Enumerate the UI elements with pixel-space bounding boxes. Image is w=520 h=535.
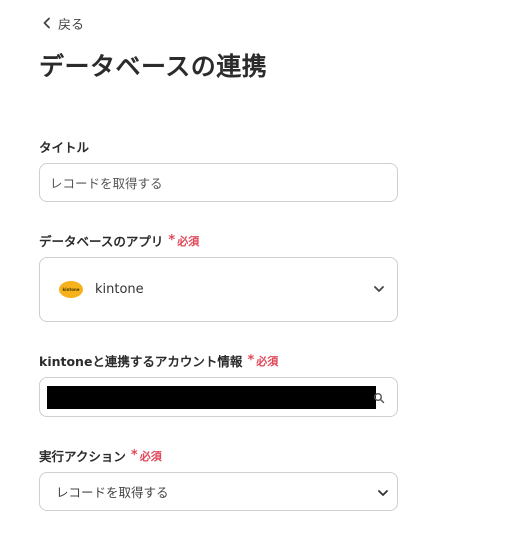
search-icon[interactable] xyxy=(373,392,385,404)
required-badge: * 必須 xyxy=(247,353,278,369)
selected-action: レコードを取得する xyxy=(56,485,169,500)
action-select[interactable]: レコードを取得する xyxy=(39,472,398,511)
back-link[interactable]: 戻る xyxy=(42,13,84,33)
account-label: kintoneと連携するアカウント情報 * 必須 xyxy=(39,351,278,370)
action-label: 実行アクション * 必須 xyxy=(39,446,162,465)
required-text: 必須 xyxy=(139,449,162,463)
selected-app-name: kintone xyxy=(95,282,144,297)
asterisk-icon: * xyxy=(247,353,255,368)
back-label: 戻る xyxy=(58,17,85,33)
action-label-text: 実行アクション xyxy=(39,449,126,464)
kintone-logo-icon: kintone xyxy=(59,281,83,298)
account-label-text: kintoneと連携するアカウント情報 xyxy=(39,354,243,369)
chevron-down-icon xyxy=(378,490,388,496)
required-badge: * 必須 xyxy=(168,233,199,249)
kintone-logo-text: kintone xyxy=(62,287,80,292)
database-app-label: データベースのアプリ * 必須 xyxy=(39,231,199,250)
required-text: 必須 xyxy=(256,354,279,368)
redacted-account-value xyxy=(47,386,376,409)
chevron-down-icon xyxy=(374,286,384,292)
title-field-label: タイトル xyxy=(39,137,89,156)
chevron-left-icon xyxy=(43,17,50,29)
asterisk-icon: * xyxy=(130,448,138,463)
required-text: 必須 xyxy=(177,234,200,248)
database-app-label-text: データベースのアプリ xyxy=(39,234,164,249)
title-input[interactable] xyxy=(39,163,398,202)
account-select[interactable] xyxy=(39,377,398,417)
asterisk-icon: * xyxy=(168,233,176,248)
required-badge: * 必須 xyxy=(131,448,162,464)
page-title: データベースの連携 xyxy=(39,52,268,81)
database-app-select[interactable]: kintone kintone xyxy=(39,257,398,322)
title-label-text: タイトル xyxy=(39,140,90,155)
